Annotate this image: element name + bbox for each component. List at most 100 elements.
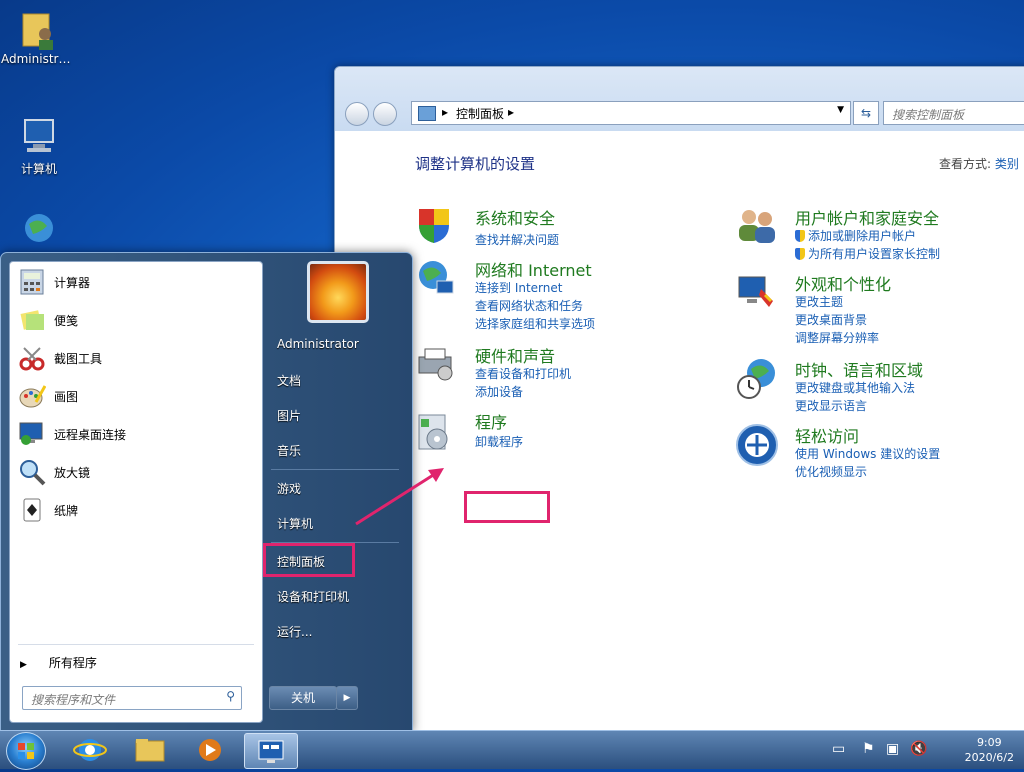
programs-icon: [415, 411, 455, 451]
link-screen-resolution[interactable]: 调整屏幕分辨率: [795, 329, 879, 346]
desktop-icon-administrator[interactable]: Administra...: [1, 8, 77, 66]
chevron-right-icon: ▸: [442, 105, 449, 119]
program-item-paint[interactable]: 画图: [16, 380, 256, 412]
control-panel-icon: [258, 740, 284, 763]
start-item-devices-printers[interactable]: 设备和打印机: [277, 588, 349, 605]
link-desktop-background[interactable]: 更改桌面背景: [795, 311, 867, 328]
start-item-music[interactable]: 音乐: [277, 442, 301, 459]
taskbar-media-player[interactable]: [184, 733, 236, 767]
link-network-status[interactable]: 查看网络状态和任务: [475, 297, 583, 314]
link-display-language[interactable]: 更改显示语言: [795, 397, 867, 414]
category-title[interactable]: 用户帐户和家庭安全: [795, 205, 939, 229]
program-item-remote-desktop[interactable]: 远程桌面连接: [16, 418, 256, 450]
windows-logo-icon: [18, 743, 34, 759]
start-item-documents[interactable]: 文档: [277, 372, 301, 389]
link-add-device[interactable]: 添加设备: [475, 383, 523, 400]
category-title[interactable]: 网络和 Internet: [475, 257, 592, 281]
link-windows-recommended[interactable]: 使用 Windows 建议的设置: [795, 445, 940, 462]
program-item-solitaire[interactable]: 纸牌: [16, 494, 256, 526]
folder-icon: [135, 739, 165, 762]
scissors-icon: [18, 344, 46, 372]
link-homegroup[interactable]: 选择家庭组和共享选项: [475, 315, 595, 332]
taskbar-explorer[interactable]: [124, 733, 176, 767]
shutdown-options-button[interactable]: ▶: [336, 686, 358, 710]
user-folder-icon: [19, 8, 59, 50]
category-title[interactable]: 硬件和声音: [475, 343, 555, 367]
forward-button[interactable]: [373, 102, 397, 126]
chevron-right-icon: ▸: [508, 105, 515, 119]
clock-globe-icon: [735, 357, 775, 399]
network-status-icon[interactable]: ▣: [886, 741, 899, 757]
uac-shield-icon: [795, 230, 805, 242]
link-devices-printers[interactable]: 查看设备和打印机: [475, 365, 571, 382]
volume-muted-icon[interactable]: 🔇: [910, 741, 927, 757]
internet-explorer-icon: [73, 739, 107, 761]
clock[interactable]: 9:09 2020/6/2: [965, 735, 1014, 765]
program-item-sticky-notes[interactable]: 便笺: [16, 304, 256, 336]
control-panel-window: ▸ 控制面板 ▸ ▼ ⇆ 搜索控制面板 调整计算机的设置 查看方式: 类别 系统…: [334, 66, 1024, 732]
link-troubleshoot[interactable]: 查找并解决问题: [475, 231, 559, 248]
highlight-uninstall: [464, 491, 550, 523]
annotation-arrow: [355, 468, 444, 526]
link-optimize-display[interactable]: 优化视频显示: [795, 463, 867, 480]
sticky-notes-icon: [18, 306, 46, 334]
view-by: 查看方式: 类别: [939, 155, 1019, 172]
uac-shield-icon: [795, 248, 805, 260]
link-parental-controls[interactable]: 为所有用户设置家长控制: [795, 245, 940, 262]
start-item-pictures[interactable]: 图片: [277, 407, 301, 424]
divider: [18, 644, 254, 645]
start-button[interactable]: [6, 732, 46, 770]
playing-card-icon: [18, 496, 46, 524]
all-programs-button[interactable]: ▶ 所有程序: [20, 654, 97, 671]
link-change-theme[interactable]: 更改主题: [795, 293, 843, 310]
link-connect-internet[interactable]: 连接到 Internet: [475, 279, 562, 296]
category-title[interactable]: 系统和安全: [475, 205, 555, 229]
appearance-icon: [735, 271, 775, 311]
start-item-games[interactable]: 游戏: [277, 480, 301, 497]
desktop-icon-computer[interactable]: 计算机: [1, 116, 77, 177]
taskbar-control-panel[interactable]: [244, 733, 298, 769]
link-keyboard-input[interactable]: 更改键盘或其他输入法: [795, 379, 915, 396]
refresh-icon[interactable]: ⇆: [853, 101, 879, 125]
control-panel-content: 调整计算机的设置 查看方式: 类别 系统和安全 查找并解决问题 网络和 Inte…: [335, 131, 1024, 731]
address-bar[interactable]: ▸ 控制面板 ▸ ▼: [411, 101, 851, 125]
shutdown-button[interactable]: 关机: [269, 686, 337, 710]
search-icon: ⚲: [226, 689, 235, 703]
control-panel-icon: [418, 106, 436, 121]
start-item-user[interactable]: Administrator: [277, 337, 359, 351]
start-item-run[interactable]: 运行...: [277, 623, 312, 640]
taskbar-internet-explorer[interactable]: [64, 733, 116, 767]
taskbar: ▭ ⚑ ▣ 🔇 9:09 2020/6/2: [0, 730, 1024, 770]
security-shield-icon: [415, 205, 455, 245]
program-item-snipping-tool[interactable]: 截图工具: [16, 342, 256, 374]
clock-time: 9:09: [976, 736, 1002, 749]
computer-icon: [19, 116, 59, 156]
category-title[interactable]: 程序: [475, 409, 507, 433]
view-by-value[interactable]: 类别: [995, 157, 1019, 171]
back-button[interactable]: [345, 102, 369, 126]
view-by-label: 查看方式:: [939, 157, 992, 171]
user-avatar[interactable]: [307, 261, 369, 323]
keyboard-icon[interactable]: ▭: [832, 741, 845, 757]
action-center-icon[interactable]: ⚑: [862, 741, 875, 757]
start-menu-programs-pane: 计算器 便笺 截图工具 画图 远程桌面连接 放大镜 纸牌 ▶ 所有程序 搜索程序…: [9, 261, 263, 723]
program-item-calculator[interactable]: 计算器: [16, 266, 256, 298]
link-add-remove-users[interactable]: 添加或删除用户帐户: [795, 227, 916, 244]
category-title[interactable]: 时钟、语言和区域: [795, 357, 923, 381]
program-item-magnifier[interactable]: 放大镜: [16, 456, 256, 488]
chevron-down-icon[interactable]: ▼: [837, 105, 844, 115]
start-search-input[interactable]: 搜索程序和文件 ⚲: [22, 686, 242, 710]
desktop-icon-label: Administra...: [1, 52, 77, 66]
link-uninstall-program[interactable]: 卸载程序: [475, 433, 523, 450]
media-player-icon: [199, 739, 221, 761]
category-title[interactable]: 外观和个性化: [795, 271, 891, 295]
paint-palette-icon: [18, 382, 47, 410]
desktop-icon-network[interactable]: [1, 210, 77, 254]
category-title[interactable]: 轻松访问: [795, 423, 859, 447]
window-frame: ▸ 控制面板 ▸ ▼ ⇆ 搜索控制面板: [335, 67, 1024, 131]
breadcrumb[interactable]: 控制面板: [456, 105, 504, 122]
start-item-computer[interactable]: 计算机: [277, 515, 313, 532]
search-input[interactable]: 搜索控制面板: [883, 101, 1024, 125]
desktop-icon-label: 计算机: [20, 162, 57, 176]
highlight-control-panel: [263, 543, 355, 577]
